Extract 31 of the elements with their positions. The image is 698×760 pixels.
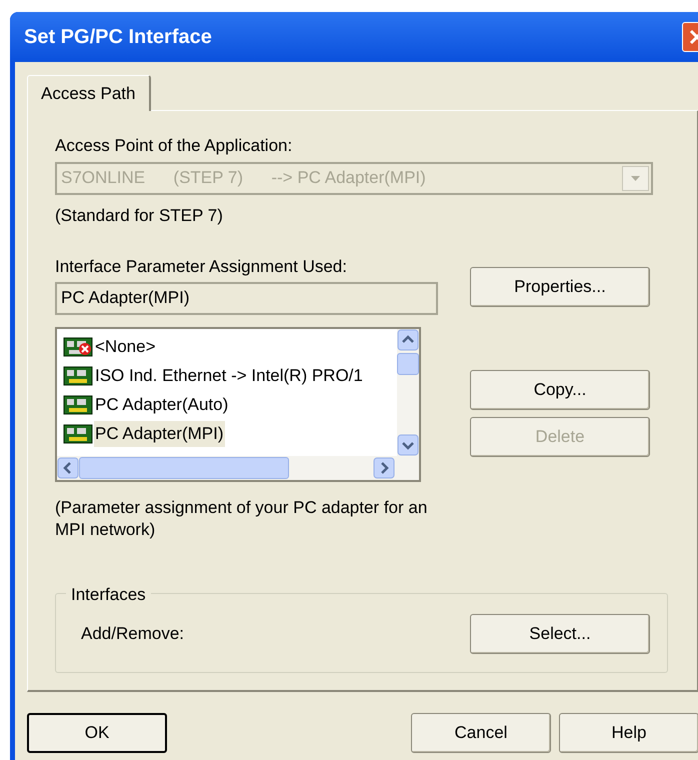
list-item[interactable]: PC Adapter(MPI) xyxy=(94,421,224,447)
dialog-button[interactable]: Properties... xyxy=(470,267,650,307)
network-card-icon xyxy=(63,395,93,415)
description-text: (Parameter assignment of your PC adapter for an MPI network) xyxy=(55,496,428,540)
tab[interactable]: Access Path xyxy=(27,75,150,111)
dialog-button[interactable]: OK xyxy=(27,713,167,753)
vertical-scrollbar[interactable] xyxy=(397,328,419,456)
scroll-thumb[interactable] xyxy=(79,456,289,478)
window-title: Set PG/PC Interface xyxy=(24,25,212,50)
list-item[interactable]: PC Adapter(Auto) xyxy=(94,392,230,418)
scroll-right-icon xyxy=(373,456,395,478)
dialog-button[interactable]: Copy... xyxy=(470,370,650,410)
assignment-field[interactable]: PC Adapter(MPI) xyxy=(55,282,438,314)
scroll-left-icon xyxy=(57,456,79,478)
scroll-down-icon xyxy=(397,434,419,456)
horizontal-scrollbar[interactable] xyxy=(57,456,419,480)
network-card-icon xyxy=(63,366,93,386)
list-item[interactable]: <None> xyxy=(94,334,156,360)
dialog-button[interactable]: Select... xyxy=(470,614,650,654)
network-card-error-icon xyxy=(63,337,93,357)
field-label: Access Point of the Application: xyxy=(55,135,294,157)
scroll-up-icon xyxy=(397,328,419,350)
list-item[interactable]: ISO Ind. Ethernet -> Intel(R) PRO/1 xyxy=(94,363,364,389)
dialog-button[interactable]: Cancel xyxy=(411,713,551,753)
interface-list[interactable]: <None> ISO Ind. Ethernet -> Intel(R) PRO/1 PC Adapter(Auto) PC Adapter(MPI) xyxy=(55,326,421,482)
field-label: Interface Parameter Assignment Used: xyxy=(55,256,348,278)
network-card-icon xyxy=(63,424,93,444)
scroll-thumb[interactable] xyxy=(397,352,419,374)
note-text: (Standard for STEP 7) xyxy=(55,204,224,226)
dialog-button[interactable]: Help xyxy=(559,713,698,753)
field-label: Add/Remove: xyxy=(81,622,184,645)
